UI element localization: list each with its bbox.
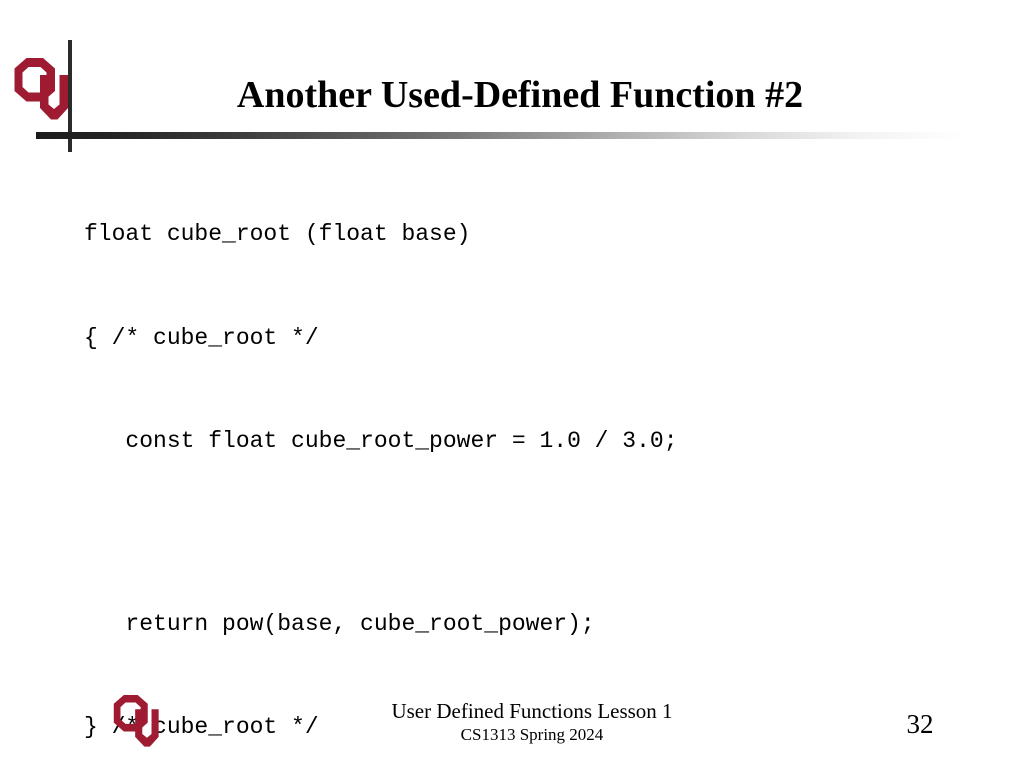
code-line: { /* cube_root */	[84, 324, 319, 351]
ou-logo-icon	[10, 56, 72, 122]
page-number: 32	[906, 709, 934, 739]
slide-body: float cube_root (float base) { /* cube_r…	[84, 148, 984, 768]
code-line: return pow(base, cube_root_power);	[84, 610, 595, 637]
footer-course-term: CS1313 Spring 2024	[460, 725, 604, 744]
code-line: const float cube_root_power = 1.0 / 3.0;	[84, 428, 678, 454]
code-block: float cube_root (float base) { /* cube_r…	[84, 148, 984, 768]
slide: Another Used-Defined Function #2 float c…	[0, 0, 1024, 768]
ou-logo-footer-icon	[110, 692, 162, 750]
page-title: Another Used-Defined Function #2	[236, 74, 804, 116]
code-line: float cube_root (float base)	[84, 221, 471, 247]
footer-lesson-title: User Defined Functions Lesson 1	[391, 699, 673, 723]
footer: User Defined Functions Lesson 1 CS1313 S…	[232, 698, 832, 745]
header-horizontal-rule	[36, 132, 966, 139]
